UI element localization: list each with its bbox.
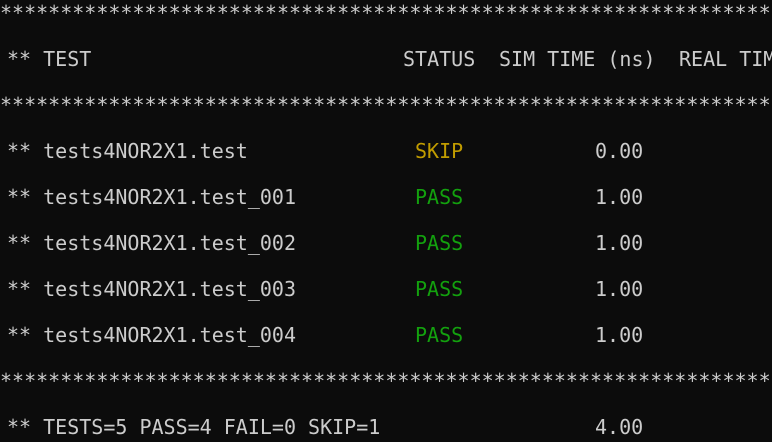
header-real-time: REAL TIME (s) [679,47,772,71]
status-pass: PASS [415,185,464,209]
test-name: ** tests4NOR2X1.test_003 [7,277,296,301]
test-name: ** tests4NOR2X1.test_001 [7,185,296,209]
sim-time-value: 1.00 [595,231,644,255]
separator-line: ****************************************… [0,369,772,393]
separator-line: ****************************************… [0,1,772,25]
status-skip: SKIP [415,139,464,163]
header-row: ** TEST STATUS SIM TIME (ns) REAL TIME (… [0,46,772,72]
table-row: ** tests4NOR2X1.test_004 PASS 1.00 [0,322,772,348]
status-pass: PASS [415,277,464,301]
status-pass: PASS [415,231,464,255]
header-status: STATUS [403,47,476,71]
summary-row: ** TESTS=5 PASS=4 FAIL=0 SKIP=1 4.00 [0,414,772,440]
sim-time-value: 1.00 [595,277,644,301]
test-name: ** tests4NOR2X1.test_002 [7,231,296,255]
header-sim-time: SIM TIME (ns) [499,47,656,71]
sim-time-value: 1.00 [595,323,644,347]
table-row: ** tests4NOR2X1.test_002 PASS 1.00 [0,230,772,256]
table-row: ** tests4NOR2X1.test SKIP 0.00 [0,138,772,164]
header-test: ** TEST [7,47,92,71]
status-pass: PASS [415,323,464,347]
summary-sim-time: 4.00 [595,415,644,439]
terminal-window[interactable]: ****************************************… [0,0,772,442]
table-row: ** tests4NOR2X1.test_003 PASS 1.00 [0,276,772,302]
summary-text: ** TESTS=5 PASS=4 FAIL=0 SKIP=1 [7,415,381,439]
sim-time-value: 0.00 [595,139,644,163]
table-row: ** tests4NOR2X1.test_001 PASS 1.00 [0,184,772,210]
test-name: ** tests4NOR2X1.test [7,139,248,163]
sim-time-value: 1.00 [595,185,644,209]
test-name: ** tests4NOR2X1.test_004 [7,323,296,347]
separator-line: ****************************************… [0,93,772,117]
